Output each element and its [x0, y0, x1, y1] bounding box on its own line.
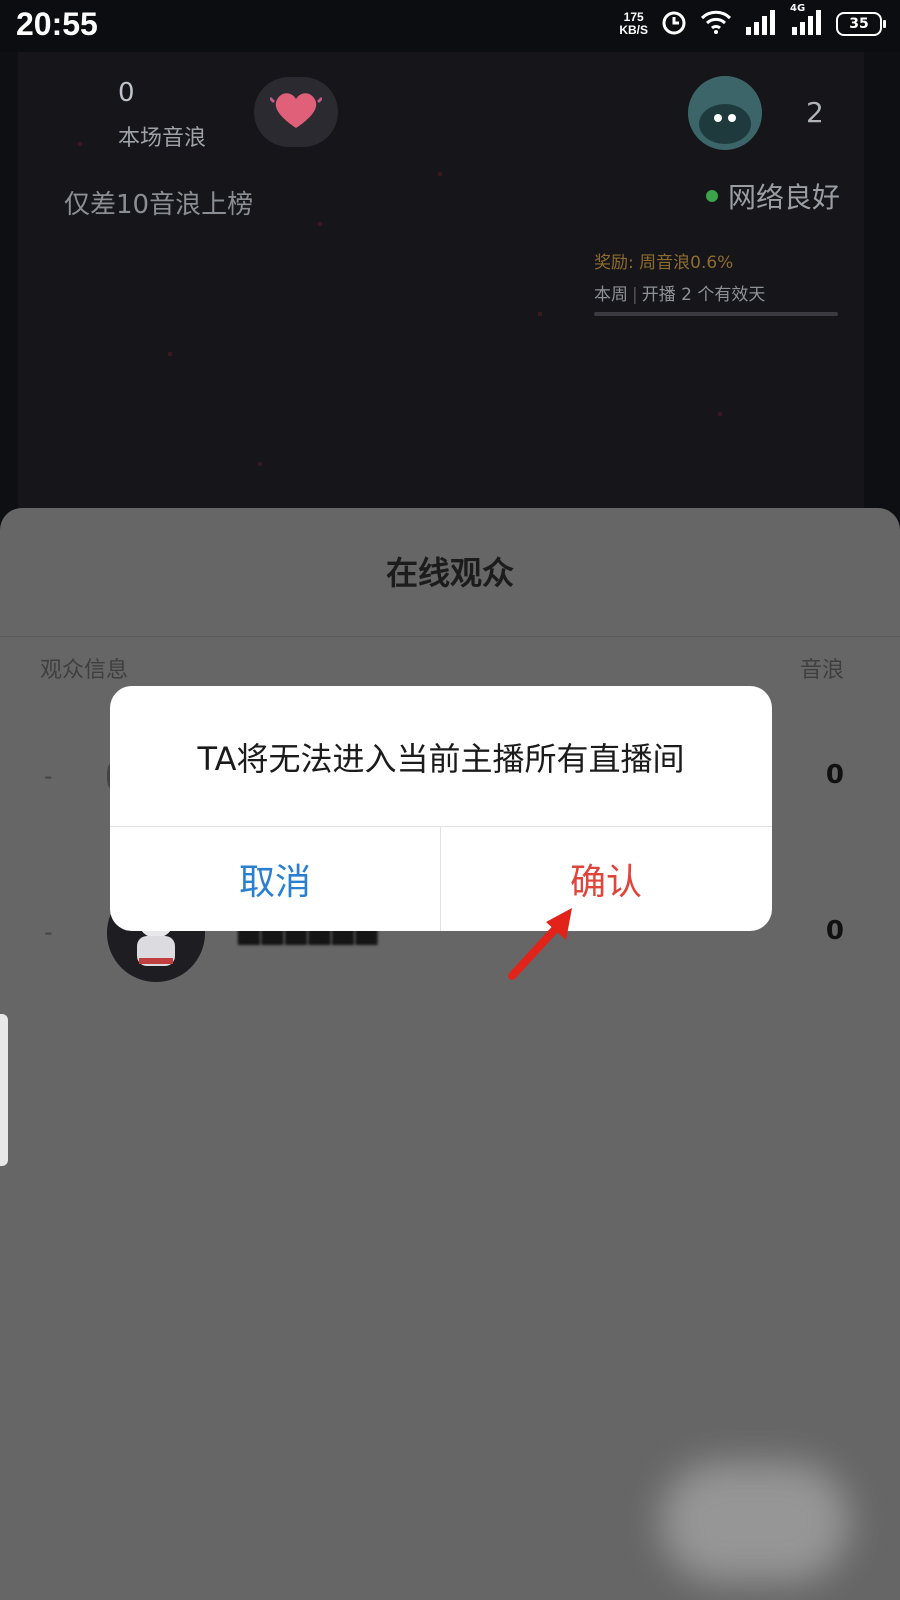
network-status: 网络良好 [706, 176, 840, 216]
rank-hint: 仅差10音浪上榜 [64, 190, 254, 220]
signal-4g-icon: 4G [790, 3, 824, 39]
status-bar: 20:55 175 KB/S 4G 35 [0, 0, 900, 52]
status-time: 20:55 [16, 6, 98, 42]
audience-sheet [0, 508, 900, 1600]
cancel-button[interactable]: 取消 [110, 827, 440, 931]
row-wave-value: 0 [825, 760, 844, 790]
heart-icon [268, 88, 324, 136]
heart-gift-button[interactable] [254, 77, 338, 147]
week-progress-bar [594, 312, 838, 316]
session-wave-count: 0 [118, 78, 135, 108]
signal-icon [744, 9, 778, 39]
confirm-button[interactable]: 确认 [441, 827, 771, 931]
dialog-message: TA将无法进入当前主播所有直播间 [197, 740, 685, 778]
net-speed: 175 KB/S [619, 11, 648, 37]
annotation-arrow-icon [508, 908, 572, 980]
week-stats: 本周 | 开播 2 个有效天 [594, 280, 765, 305]
network-dot-icon [706, 190, 718, 202]
anchor-avatar[interactable] [688, 76, 762, 150]
battery-icon: 35 [836, 12, 886, 36]
col-header-info: 观众信息 [40, 658, 129, 683]
reward-text: 奖励: 周音浪0.6% [594, 253, 734, 273]
confirm-dialog: TA将无法进入当前主播所有直播间 取消 确认 [110, 686, 772, 931]
watermark-blur [660, 1462, 850, 1582]
week-separator: | [632, 285, 638, 305]
row-rank: - [44, 918, 53, 946]
session-wave-label: 本场音浪 [118, 126, 207, 151]
network-status-text: 网络良好 [728, 181, 841, 214]
net-speed-unit: KB/S [619, 23, 648, 37]
side-drag-handle[interactable] [0, 1014, 8, 1166]
viewer-count[interactable]: 2 [806, 96, 824, 129]
sheet-divider [0, 636, 900, 637]
alarm-icon [660, 8, 688, 40]
col-header-wave: 音浪 [799, 658, 844, 683]
wifi-icon [700, 9, 732, 39]
week-days: 开播 2 个有效天 [641, 285, 766, 305]
row-rank: - [44, 762, 53, 790]
row-wave-value: 0 [825, 916, 844, 946]
status-icons: 175 KB/S 4G 35 [619, 3, 886, 40]
sheet-title: 在线观众 [385, 554, 514, 592]
week-prefix: 本周 [594, 285, 628, 305]
network-type-label: 4G [790, 3, 806, 14]
